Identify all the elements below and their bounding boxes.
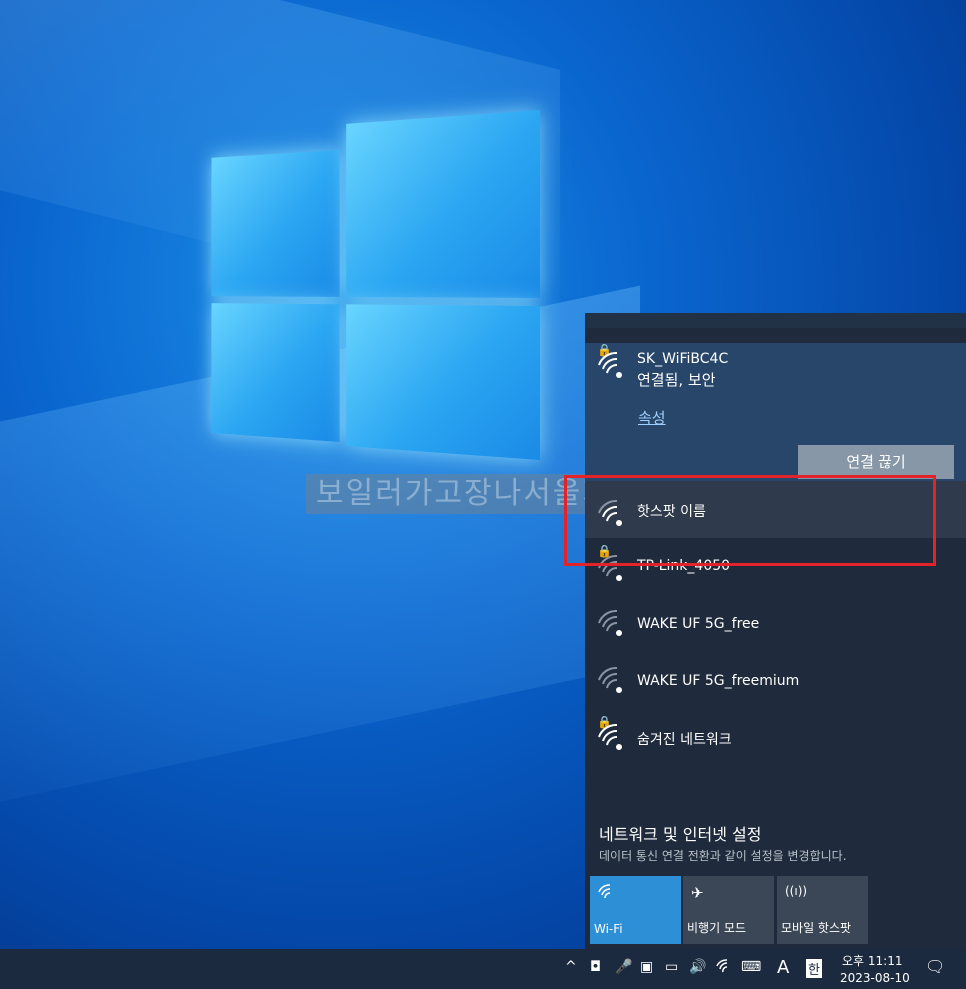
disconnect-button[interactable]: 연결 끊기 [798,445,954,479]
quick-action-label: Wi-Fi [594,922,623,936]
network-flyout: 🔒 SK_WiFiBC4C 연결됨, 보안 속성 연결 끊기 핫스팟 이름 🔒 … [585,313,966,949]
clock-date[interactable]: 2023-08-10 [840,971,910,985]
security-icon[interactable]: ▣ [640,959,653,975]
connection-status: 연결됨, 보안 [637,371,716,389]
quick-action-wifi[interactable]: Wi-Fi [590,876,681,944]
network-item-wake-freemium[interactable]: WAKE UF 5G_freemium [585,652,966,709]
wifi-signal-icon [598,666,622,693]
network-settings-description: 데이터 통신 연결 전환과 같이 설정을 변경합니다. [599,849,847,863]
connected-network-name: SK_WiFiBC4C [637,351,729,367]
quick-action-airplane[interactable]: ✈ 비행기 모드 [683,876,774,944]
wifi-signal-icon [598,351,622,378]
network-item-wake-free[interactable]: WAKE UF 5G_free [585,595,966,652]
highlight-box [564,475,936,566]
network-name: WAKE UF 5G_freemium [637,673,800,689]
keyboard-icon[interactable]: ⌨ [741,959,761,975]
quick-action-label: 모바일 핫스팟 [781,921,852,935]
speaker-icon[interactable]: 🔊 [689,959,706,975]
network-item-hidden[interactable]: 🔒 숨겨진 네트워크 [585,709,966,766]
ime-mode-indicator[interactable]: 한 [806,959,822,978]
wifi-icon [598,884,616,903]
airplane-icon: ✈ [691,884,704,902]
properties-link[interactable]: 속성 [638,407,666,428]
wifi-tray-icon[interactable] [716,959,732,977]
quick-action-label: 비행기 모드 [687,921,747,935]
flyout-header [585,313,966,328]
microphone-icon[interactable]: 🎤 [615,959,632,975]
connected-network[interactable]: 🔒 SK_WiFiBC4C 연결됨, 보안 속성 연결 끊기 [585,343,966,493]
quick-action-hotspot[interactable]: ((ı)) 모바일 핫스팟 [777,876,868,944]
windows-logo [211,110,540,460]
chevron-up-icon[interactable]: ^ [565,959,577,975]
notification-center-icon[interactable]: 🗨 [925,957,945,976]
hotspot-icon: ((ı)) [785,884,808,898]
taskbar: ^ ◘ 🎤 ▣ ▭ 🔊 ⌨ A 한 오후 11:11 2023-08-10 🗨 [0,949,966,989]
network-settings-link[interactable]: 네트워크 및 인터넷 설정 [599,821,761,845]
wifi-signal-icon [598,609,622,636]
onedrive-icon[interactable]: ◘ [590,959,601,975]
battery-icon[interactable]: ▭ [665,959,678,975]
clock-time[interactable]: 오후 11:11 [842,952,902,969]
ime-language-indicator[interactable]: A [777,957,789,978]
wifi-signal-icon [598,723,622,750]
network-name: 숨겨진 네트워크 [637,732,732,748]
network-name: WAKE UF 5G_free [637,616,760,632]
